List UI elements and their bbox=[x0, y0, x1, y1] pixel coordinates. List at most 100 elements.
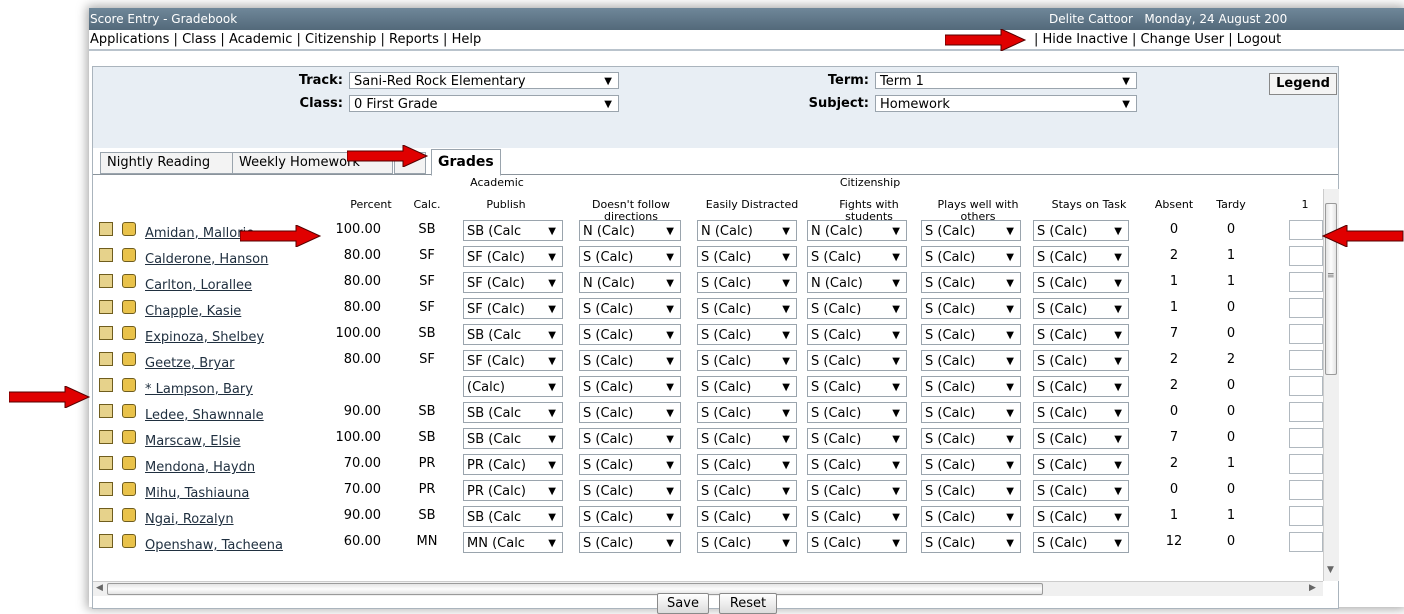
citizenship-select[interactable]: S (Calc) ▼ bbox=[579, 376, 681, 397]
student-photo-icon[interactable] bbox=[122, 430, 136, 444]
citizenship-select[interactable]: S (Calc) ▼ bbox=[1033, 298, 1129, 319]
citizenship-select[interactable]: S (Calc) ▼ bbox=[697, 480, 797, 501]
citizenship-select[interactable]: S (Calc) ▼ bbox=[579, 480, 681, 501]
student-photo-icon[interactable] bbox=[122, 378, 136, 392]
score-input[interactable] bbox=[1289, 428, 1323, 448]
citizenship-select[interactable]: S (Calc) ▼ bbox=[579, 350, 681, 371]
citizenship-select[interactable]: S (Calc) ▼ bbox=[1033, 532, 1129, 553]
citizenship-select[interactable]: S (Calc) ▼ bbox=[921, 272, 1021, 293]
citizenship-select[interactable]: S (Calc) ▼ bbox=[807, 402, 907, 423]
citizenship-select[interactable]: S (Calc) ▼ bbox=[697, 454, 797, 475]
citizenship-select[interactable]: S (Calc) ▼ bbox=[1033, 324, 1129, 345]
citizenship-select[interactable]: S (Calc) ▼ bbox=[807, 428, 907, 449]
publish-select[interactable]: SB (Calc ▼ bbox=[463, 402, 563, 423]
citizenship-select[interactable]: S (Calc) ▼ bbox=[1033, 428, 1129, 449]
student-name-link[interactable]: Expinoza, Shelbey bbox=[145, 330, 264, 345]
student-photo-icon[interactable] bbox=[122, 456, 136, 470]
citizenship-select[interactable]: S (Calc) ▼ bbox=[1033, 272, 1129, 293]
grade-detail-icon[interactable] bbox=[99, 352, 113, 366]
vertical-scrollbar[interactable]: ≡ ▼ bbox=[1323, 189, 1339, 581]
grade-detail-icon[interactable] bbox=[99, 534, 113, 548]
score-input[interactable] bbox=[1289, 220, 1323, 240]
citizenship-select[interactable]: S (Calc) ▼ bbox=[921, 324, 1021, 345]
student-name-link[interactable]: Calderone, Hanson bbox=[145, 252, 268, 267]
citizenship-select[interactable]: S (Calc) ▼ bbox=[921, 376, 1021, 397]
publish-select[interactable]: SB (Calc ▼ bbox=[463, 428, 563, 449]
chevron-left-icon[interactable]: ◀ bbox=[96, 583, 103, 593]
citizenship-select[interactable]: S (Calc) ▼ bbox=[697, 376, 797, 397]
citizenship-select[interactable]: S (Calc) ▼ bbox=[807, 480, 907, 501]
student-photo-icon[interactable] bbox=[122, 300, 136, 314]
student-name-link[interactable]: Marscaw, Elsie bbox=[145, 434, 241, 449]
reset-button[interactable]: Reset bbox=[719, 593, 777, 614]
citizenship-select[interactable]: S (Calc) ▼ bbox=[579, 506, 681, 527]
citizenship-select[interactable]: S (Calc) ▼ bbox=[697, 350, 797, 371]
citizenship-select[interactable]: S (Calc) ▼ bbox=[579, 454, 681, 475]
citizenship-select[interactable]: S (Calc) ▼ bbox=[1033, 220, 1129, 241]
track-select[interactable]: Sani-Red Rock Elementary ▼ bbox=[349, 72, 619, 89]
student-photo-icon[interactable] bbox=[122, 352, 136, 366]
menu-reports[interactable]: Reports bbox=[389, 32, 439, 47]
citizenship-select[interactable]: S (Calc) ▼ bbox=[697, 246, 797, 267]
score-input[interactable] bbox=[1289, 272, 1323, 292]
horizontal-scroll-thumb[interactable] bbox=[107, 583, 1043, 595]
legend-button[interactable]: Legend bbox=[1269, 73, 1337, 95]
student-photo-icon[interactable] bbox=[122, 482, 136, 496]
student-photo-icon[interactable] bbox=[122, 534, 136, 548]
score-input[interactable] bbox=[1289, 246, 1323, 266]
student-name-link[interactable]: Mendona, Haydn bbox=[145, 460, 255, 475]
citizenship-select[interactable]: S (Calc) ▼ bbox=[697, 298, 797, 319]
score-input[interactable] bbox=[1289, 506, 1323, 526]
citizenship-select[interactable]: S (Calc) ▼ bbox=[807, 454, 907, 475]
citizenship-select[interactable]: S (Calc) ▼ bbox=[921, 298, 1021, 319]
citizenship-select[interactable]: S (Calc) ▼ bbox=[579, 324, 681, 345]
publish-select[interactable]: SF (Calc) ▼ bbox=[463, 246, 563, 267]
citizenship-select[interactable]: S (Calc) ▼ bbox=[697, 428, 797, 449]
citizenship-select[interactable]: S (Calc) ▼ bbox=[697, 402, 797, 423]
citizenship-select[interactable]: S (Calc) ▼ bbox=[1033, 402, 1129, 423]
publish-select[interactable]: SB (Calc ▼ bbox=[463, 220, 563, 241]
change-user-link[interactable]: Change User bbox=[1141, 32, 1225, 47]
citizenship-select[interactable]: S (Calc) ▼ bbox=[1033, 480, 1129, 501]
citizenship-select[interactable]: S (Calc) ▼ bbox=[921, 350, 1021, 371]
menu-class[interactable]: Class bbox=[182, 32, 216, 47]
menu-citizenship[interactable]: Citizenship bbox=[305, 32, 376, 47]
grade-detail-icon[interactable] bbox=[99, 430, 113, 444]
score-input[interactable] bbox=[1289, 480, 1323, 500]
student-photo-icon[interactable] bbox=[122, 274, 136, 288]
student-name-link[interactable]: Amidan, Mallorie bbox=[145, 226, 254, 241]
score-input[interactable] bbox=[1289, 376, 1323, 396]
grade-detail-icon[interactable] bbox=[99, 222, 113, 236]
publish-select[interactable]: SF (Calc) ▼ bbox=[463, 298, 563, 319]
student-photo-icon[interactable] bbox=[122, 326, 136, 340]
citizenship-select[interactable]: S (Calc) ▼ bbox=[807, 350, 907, 371]
publish-select[interactable]: MN (Calc ▼ bbox=[463, 532, 563, 553]
student-name-link[interactable]: Geetze, Bryar bbox=[145, 356, 235, 371]
student-name-link[interactable]: Openshaw, Tacheena bbox=[145, 538, 283, 553]
citizenship-select[interactable]: S (Calc) ▼ bbox=[921, 532, 1021, 553]
tab-grades[interactable]: Grades bbox=[431, 149, 501, 176]
citizenship-select[interactable]: S (Calc) ▼ bbox=[807, 246, 907, 267]
student-name-link[interactable]: Ledee, Shawnnale bbox=[145, 408, 264, 423]
citizenship-select[interactable]: S (Calc) ▼ bbox=[697, 272, 797, 293]
score-input[interactable] bbox=[1289, 454, 1323, 474]
citizenship-select[interactable]: S (Calc) ▼ bbox=[921, 246, 1021, 267]
grade-detail-icon[interactable] bbox=[99, 508, 113, 522]
grade-detail-icon[interactable] bbox=[99, 274, 113, 288]
citizenship-select[interactable]: S (Calc) ▼ bbox=[921, 506, 1021, 527]
tab-nightly-reading[interactable]: Nightly Reading bbox=[100, 152, 234, 174]
grade-detail-icon[interactable] bbox=[99, 456, 113, 470]
chevron-right-icon[interactable]: ▶ bbox=[1309, 583, 1316, 593]
grade-detail-icon[interactable] bbox=[99, 482, 113, 496]
publish-select[interactable]: (Calc) ▼ bbox=[463, 376, 563, 397]
score-input[interactable] bbox=[1289, 324, 1323, 344]
score-input[interactable] bbox=[1289, 350, 1323, 370]
publish-select[interactable]: PR (Calc) ▼ bbox=[463, 454, 563, 475]
citizenship-select[interactable]: S (Calc) ▼ bbox=[1033, 376, 1129, 397]
publish-select[interactable]: SF (Calc) ▼ bbox=[463, 272, 563, 293]
citizenship-select[interactable]: S (Calc) ▼ bbox=[921, 480, 1021, 501]
grade-detail-icon[interactable] bbox=[99, 404, 113, 418]
menu-help[interactable]: Help bbox=[452, 32, 482, 47]
citizenship-select[interactable]: S (Calc) ▼ bbox=[921, 220, 1021, 241]
score-input[interactable] bbox=[1289, 402, 1323, 422]
